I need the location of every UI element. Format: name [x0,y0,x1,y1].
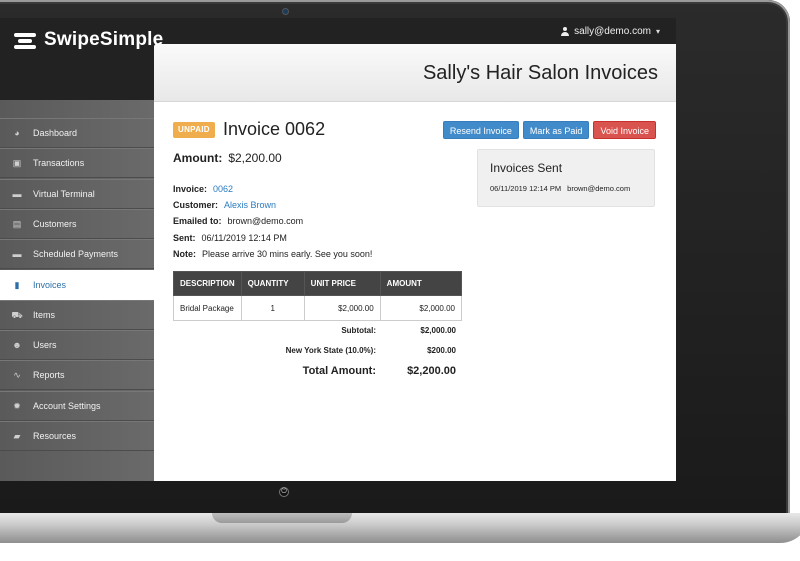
sidebar-item-dashboard[interactable]: ◕ Dashboard [0,118,154,148]
resend-invoice-button[interactable]: Resend Invoice [442,121,519,139]
app-logo[interactable]: SwipeSimple [14,28,163,52]
total-row: Total Amount: $2,200.00 [173,362,462,384]
tax-row: New York State (10.0%): $200.00 [173,342,462,362]
mark-as-paid-button[interactable]: Mark as Paid [522,121,590,139]
power-icon: ⏻ [279,487,289,497]
sidebar-item-label: Dashboard [33,128,78,138]
page-title: Sally's Hair Salon Invoices [422,62,658,84]
sidebar-item-scheduled-payments[interactable]: ▬ Scheduled Payments [0,239,154,270]
contact-card-icon: ▤ [12,218,22,229]
invoice-number-link[interactable]: 0062 [213,184,233,194]
camera-icon [282,8,289,15]
gear-icon: ✹ [13,400,21,411]
laptop-base [0,513,800,543]
line-chart-icon: ∿ [13,370,21,381]
chevron-down-icon: ▾ [655,27,660,36]
user-icon [561,27,570,36]
logo-icon [14,30,38,50]
void-invoice-button[interactable]: Void Invoice [593,121,656,139]
sent-entry-date: 06/11/2019 12:14 PM [490,184,562,193]
calendar-card-icon: ▬ [12,249,22,260]
sent-panel-title: Invoices Sent [490,161,563,175]
item-description: Bridal Package [173,295,242,321]
column-header: AMOUNT [379,271,463,296]
invoice-actions: Resend Invoice Mark as Paid Void Invoice [442,121,656,139]
tax-value: $200.00 [427,346,456,355]
amount-label: Amount: [173,151,223,165]
app-screen: SwipeSimple sally@demo.com ▾ ◕ Dashboard ▣… [0,18,676,481]
user-email: sally@demo.com [574,26,651,37]
sidebar-item-label: Reports [33,370,65,381]
detail-invoice: Invoice: 0062 [173,184,234,194]
cart-icon: ⛟ [11,309,23,320]
subtotal-label: Subtotal: [341,326,376,335]
tax-label: New York State (10.0%): [285,346,376,355]
sidebar-item-label: Invoices [33,279,67,290]
sidebar-item-label: Transactions [33,158,85,169]
invoice-amount: Amount: $2,200.00 [173,151,282,165]
sidebar: ◕ Dashboard ▣ Transactions ▬ Virtual Terminal… [0,100,154,481]
detail-customer: Customer: Alexis Brown [173,200,277,211]
note-value: Please arrive 30 mins early. See you soo… [202,248,373,259]
item-quantity: 1 [240,295,305,321]
column-header: QUANTITY [240,271,305,296]
sidebar-item-account-settings[interactable]: ✹ Account Settings [0,390,154,421]
users-icon: ☻ [12,340,22,351]
subtotal-row: Subtotal: $2,000.00 [173,322,462,342]
invoice-totals: Subtotal: $2,000.00 New York State (10.0… [173,322,462,384]
sidebar-item-label: Virtual Terminal [33,188,95,199]
invoice-details: Invoice: 0062 Customer: Alexis Brown Email… [173,181,372,262]
customer-link[interactable]: Alexis Brown [224,200,276,210]
sidebar-item-invoices[interactable]: ▮ Invoices [0,269,154,300]
dashboard-icon: ◕ [14,128,20,138]
subtotal-value: $2,000.00 [420,326,456,335]
page-header: Sally's Hair Salon Invoices [154,44,676,102]
sidebar-item-customers[interactable]: ▤ Customers [0,208,154,239]
sidebar-item-label: Users [33,340,57,351]
sidebar-item-reports[interactable]: ∿ Reports [0,360,154,391]
app-name: SwipeSimple [44,29,164,50]
money-icon: ▣ [12,158,22,169]
status-badge: UNPAID [173,122,215,138]
column-header: UNIT PRICE [303,271,381,296]
sent-entry: 06/11/2019 12:14 PM brown@demo.com [490,184,630,193]
invoice-title: Invoice 0062 [223,119,326,139]
invoices-sent-panel: Invoices Sent 06/11/2019 12:14 PM brown@d… [477,149,655,207]
laptop-notch [212,513,352,523]
amount-value: $2,200.00 [228,151,282,165]
detail-sent: Sent: 06/11/2019 12:14 PM [173,232,287,243]
sidebar-item-users[interactable]: ☻ Users [0,330,154,361]
sidebar-item-label: Resources [33,431,77,441]
line-items-table: DESCRIPTION QUANTITY UNIT PRICE AMOUNT B… [173,271,463,321]
item-unit-price: $2,000.00 [303,295,381,321]
table-row: Bridal Package 1 $2,000.00 $2,000.00 [173,295,463,321]
detail-note: Note: Please arrive 30 mins early. See yo… [173,248,373,259]
sidebar-item-label: Customers [33,218,77,229]
credit-card-icon: ▬ [12,188,22,199]
sent-entry-email: brown@demo.com [567,184,631,193]
detail-emailed: Emailed to: brown@demo.com [173,216,304,227]
sidebar-item-label: Items [33,309,56,320]
sent-value: 06/11/2019 12:14 PM [201,232,287,243]
total-value: $2,200.00 [407,365,456,377]
emailed-value: brown@demo.com [227,216,304,227]
user-menu[interactable]: sally@demo.com ▾ [561,26,660,37]
book-icon: ▰ [13,431,21,441]
table-header-row: DESCRIPTION QUANTITY UNIT PRICE AMOUNT [173,271,463,296]
sidebar-item-label: Account Settings [33,400,101,411]
document-icon: ▮ [14,279,20,290]
sidebar-item-virtual-terminal[interactable]: ▬ Virtual Terminal [0,178,154,209]
sidebar-item-items[interactable]: ⛟ Items [0,299,154,330]
sidebar-item-label: Scheduled Payments [33,249,119,260]
column-header: DESCRIPTION [173,271,242,296]
sidebar-item-resources[interactable]: ▰ Resources [0,421,154,451]
item-amount: $2,000.00 [379,295,463,321]
main-content: Sally's Hair Salon Invoices UNPAID Invoi… [154,44,676,481]
total-label: Total Amount: [302,365,376,377]
sidebar-item-transactions[interactable]: ▣ Transactions [0,148,154,179]
